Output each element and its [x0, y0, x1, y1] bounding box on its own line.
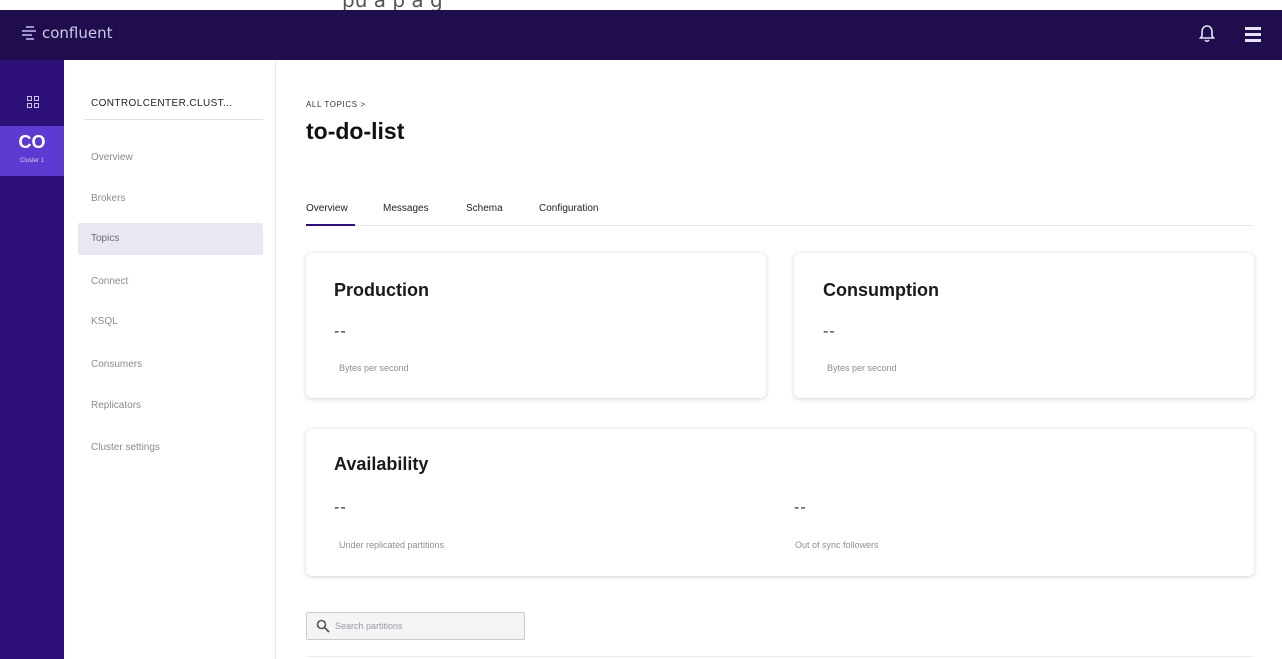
- production-card: Production -- Bytes per second: [306, 253, 766, 398]
- sidebar-nav: CONTROLCENTER.CLUST... Overview Brokers …: [64, 60, 276, 659]
- confluent-mark-icon: [22, 24, 40, 42]
- cluster-short-name: CO: [18, 132, 46, 152]
- sidebar-item-overview[interactable]: Overview: [78, 142, 263, 174]
- tab-overview[interactable]: Overview: [306, 203, 348, 214]
- tab-configuration[interactable]: Configuration: [539, 203, 598, 214]
- grid-icon[interactable]: [27, 96, 39, 108]
- search-icon: [316, 619, 330, 633]
- consumption-unit: Bytes per second: [827, 363, 897, 373]
- partial-caption: pu a p a g: [342, 0, 443, 10]
- partial-top-text: pu a p a g: [0, 0, 1282, 10]
- main-content: ALL TOPICS > to-do-list Overview Message…: [277, 60, 1282, 659]
- topic-tabs: Overview Messages Schema Configuration: [306, 198, 1253, 226]
- sidebar-item-topics[interactable]: Topics: [78, 223, 263, 255]
- active-tab-indicator: [306, 224, 355, 226]
- hamburger-menu-icon[interactable]: [1245, 27, 1261, 42]
- sidebar-item-consumers[interactable]: Consumers: [78, 349, 263, 381]
- sidebar-item-ksql[interactable]: KSQL: [78, 306, 263, 338]
- tab-schema[interactable]: Schema: [466, 203, 503, 214]
- card-title: Availability: [334, 454, 429, 474]
- production-value: --: [334, 323, 347, 340]
- sidebar-item-cluster-settings[interactable]: Cluster settings: [78, 432, 263, 464]
- breadcrumb[interactable]: ALL TOPICS >: [306, 100, 366, 109]
- search-input[interactable]: [335, 613, 520, 639]
- sidebar-item-connect[interactable]: Connect: [78, 266, 263, 298]
- tab-messages[interactable]: Messages: [383, 203, 429, 214]
- cluster-label: Cluster 1: [19, 158, 44, 164]
- table-top-border: [306, 656, 1253, 657]
- consumption-value: --: [823, 323, 836, 340]
- card-title: Consumption: [823, 280, 939, 300]
- production-unit: Bytes per second: [339, 363, 409, 373]
- sidebar-item-brokers[interactable]: Brokers: [78, 183, 263, 215]
- top-bar: confluent: [0, 10, 1282, 60]
- search-box[interactable]: [306, 612, 525, 640]
- nav-divider: [85, 119, 263, 120]
- consumption-card: Consumption -- Bytes per second: [794, 253, 1254, 398]
- cluster-name[interactable]: CONTROLCENTER.CLUST...: [91, 98, 233, 109]
- confluent-logo[interactable]: confluent: [22, 24, 113, 42]
- bell-icon[interactable]: [1199, 24, 1215, 44]
- out-of-sync-label: Out of sync followers: [795, 540, 879, 550]
- sidebar-item-replicators[interactable]: Replicators: [78, 390, 263, 422]
- brand-name: confluent: [42, 24, 113, 42]
- availability-card: Availability -- Under replicated partiti…: [306, 429, 1254, 576]
- under-replicated-value: --: [334, 499, 347, 516]
- page-title: to-do-list: [306, 118, 405, 144]
- under-replicated-label: Under replicated partitions: [339, 540, 445, 550]
- card-title: Production: [334, 280, 429, 300]
- out-of-sync-value: --: [794, 499, 807, 516]
- cluster-rail: CO Cluster 1: [0, 60, 64, 659]
